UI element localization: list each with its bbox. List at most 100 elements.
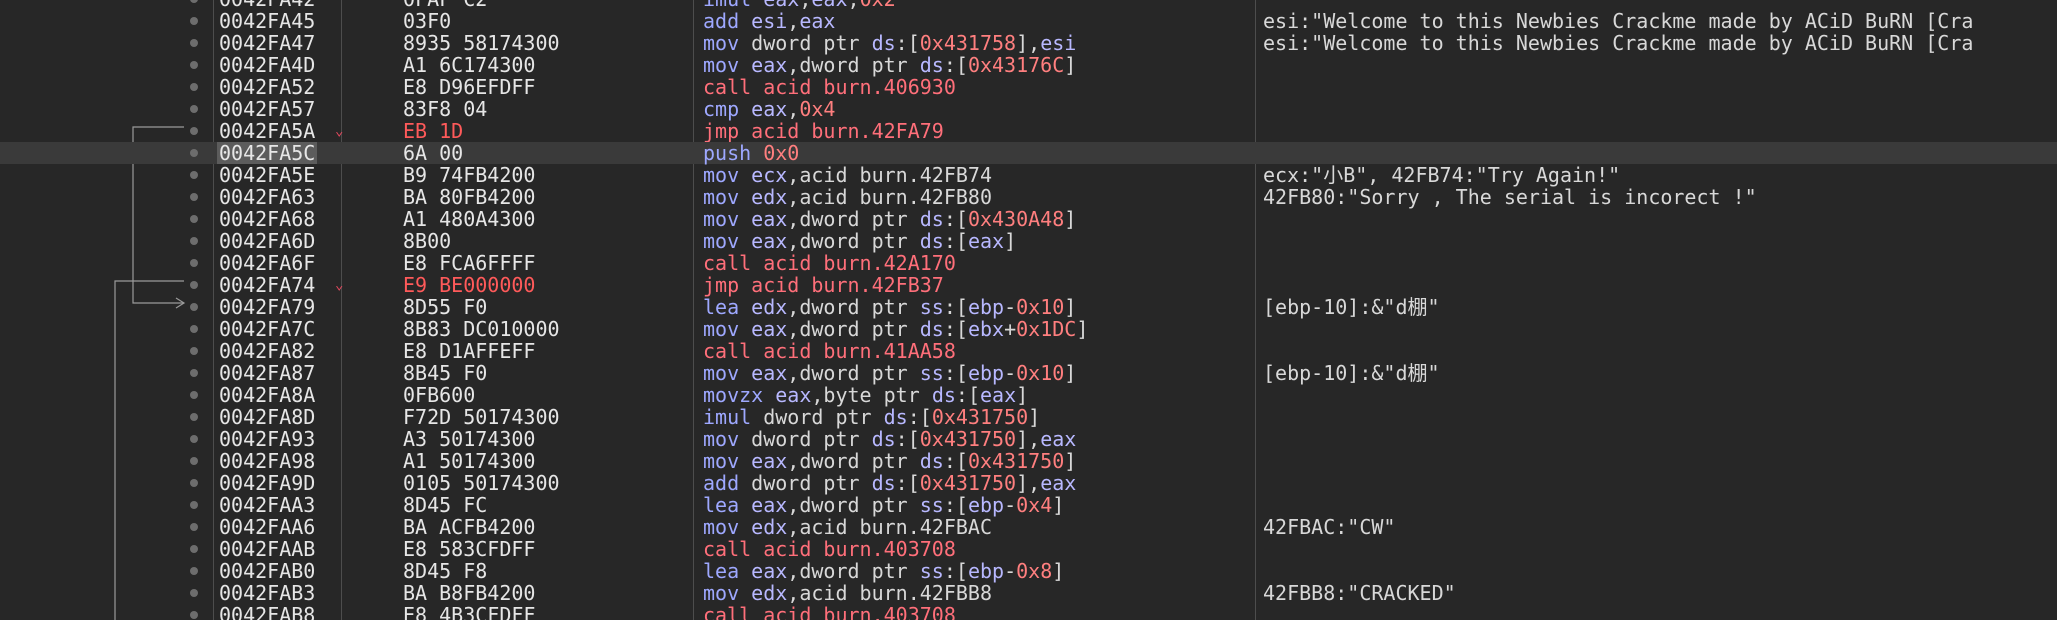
instruction-address[interactable]: 0042FA68: [217, 208, 317, 230]
instruction-row[interactable]: 0042FA5C 6A 00 push 0x0: [0, 142, 2057, 164]
instruction-address[interactable]: 0042FAB0: [217, 560, 317, 582]
instruction-address[interactable]: 0042FAB3: [217, 582, 317, 604]
instruction-address[interactable]: 0042FA6F: [217, 252, 317, 274]
instruction-address[interactable]: 0042FA79: [217, 296, 317, 318]
instruction-address[interactable]: 0042FA74: [217, 274, 317, 296]
breakpoint-dot[interactable]: [190, 369, 198, 377]
breakpoint-dot[interactable]: [190, 193, 198, 201]
breakpoint-dot[interactable]: [190, 567, 198, 575]
instruction-row[interactable]: 0042FA79 8D55 F0 lea edx,dword ptr ss:[ebp…: [0, 296, 2057, 318]
instruction-address[interactable]: 0042FA8A: [217, 384, 317, 406]
breakpoint-dot[interactable]: [190, 347, 198, 355]
instruction-token: ds: [871, 427, 896, 451]
instruction-token: :[: [955, 383, 980, 407]
instruction-row[interactable]: 0042FA98 A1 50174300 mov eax,dword ptr ds:…: [0, 450, 2057, 472]
breakpoint-dot[interactable]: [190, 171, 198, 179]
instruction-token: 0x431750: [967, 449, 1065, 473]
instruction-address[interactable]: 0042FA9D: [217, 472, 317, 494]
instruction-address[interactable]: 0042FAB8: [217, 604, 317, 620]
instruction-address[interactable]: 0042FA7C: [217, 318, 317, 340]
instruction-row[interactable]: 0042FA57 83F8 04 cmp eax,0x4: [0, 98, 2057, 120]
instruction-row[interactable]: 0042FAB0 8D45 F8 lea eax,dword ptr ss:[ebp…: [0, 560, 2057, 582]
disassembly-view[interactable]: 0042FA420FAF C2imul eax,eax,0x20042FA450…: [0, 0, 2057, 620]
breakpoint-dot[interactable]: [190, 281, 198, 289]
instruction-address[interactable]: 0042FAAB: [217, 538, 317, 560]
instruction-address[interactable]: 0042FA93: [217, 428, 317, 450]
instruction-address[interactable]: 0042FA87: [217, 362, 317, 384]
breakpoint-dot[interactable]: [190, 105, 198, 113]
instruction-comment: 42FB80:"Sorry , The serial is incorect !…: [1263, 185, 1757, 209]
instruction-row[interactable]: 0042FA4D A1 6C174300 mov eax,dword ptr ds:…: [0, 54, 2057, 76]
breakpoint-dot[interactable]: [190, 215, 198, 223]
instruction-token: 0x430A48: [967, 207, 1065, 231]
instruction-row[interactable]: 0042FA7C 8B83 DC010000 mov eax,dword ptr d…: [0, 318, 2057, 340]
instruction-bytes: BA B8FB4200: [403, 581, 536, 605]
breakpoint-dot[interactable]: [190, 17, 198, 25]
breakpoint-dot[interactable]: [190, 0, 198, 3]
instruction-address[interactable]: 0042FA5C: [217, 142, 318, 164]
breakpoint-dot[interactable]: [190, 413, 198, 421]
instruction-row[interactable]: 0042FA9D 0105 50174300 add dword ptr ds:[0…: [0, 472, 2057, 494]
instruction-address[interactable]: 0042FAA3: [217, 494, 317, 516]
breakpoint-dot[interactable]: [190, 149, 198, 157]
instruction-token: ,dword ptr: [787, 229, 920, 253]
instruction-row[interactable]: 0042FAB8 E8 4B3CFDFF call acid burn.403708: [0, 604, 2057, 620]
instruction-row[interactable]: 0042FA93 A3 50174300 mov dword ptr ds:[0x4…: [0, 428, 2057, 450]
instruction-row[interactable]: 0042FA5E B9 74FB4200 mov ecx,acid burn.42F…: [0, 164, 2057, 186]
instruction-text: call acid burn.403708: [703, 538, 956, 560]
instruction-address[interactable]: 0042FA52: [217, 76, 317, 98]
instruction-address[interactable]: 0042FA82: [217, 340, 317, 362]
instruction-address[interactable]: 0042FAA6: [217, 516, 317, 538]
instruction-row[interactable]: 0042FAB3 BA B8FB4200 mov edx,acid burn.42F…: [0, 582, 2057, 604]
instruction-row[interactable]: 0042FA6F E8 FCA6FFFF call acid burn.42A170: [0, 252, 2057, 274]
breakpoint-dot[interactable]: [190, 303, 198, 311]
instruction-row[interactable]: 0042FA8D F72D 50174300 imul dword ptr ds:[…: [0, 406, 2057, 428]
instruction-token: ebp: [967, 559, 1005, 583]
instruction-address[interactable]: 0042FA57: [217, 98, 317, 120]
instruction-row[interactable]: 0042FA8A 0FB600 movzx eax,byte ptr ds:[eax…: [0, 384, 2057, 406]
instruction-address[interactable]: 0042FA45: [217, 10, 317, 32]
instruction-address[interactable]: 0042FA8D: [217, 406, 317, 428]
instruction-token: eax: [799, 9, 836, 33]
instruction-address[interactable]: 0042FA4D: [217, 54, 317, 76]
breakpoint-dot[interactable]: [190, 523, 198, 531]
instruction-token: mov: [703, 53, 740, 77]
breakpoint-dot[interactable]: [190, 391, 198, 399]
instruction-row[interactable]: 0042FAAB E8 583CFDFF call acid burn.403708: [0, 538, 2057, 560]
instruction-row[interactable]: 0042FA45 03F0 add esi,eax esi:"Welcome to t…: [0, 10, 2057, 32]
instruction-row[interactable]: 0042FA52 E8 D96EFDFF call acid burn.406930: [0, 76, 2057, 98]
instruction-row[interactable]: ⌄ 0042FA74 E9 BE000000 jmp acid burn.42FB37: [0, 274, 2057, 296]
breakpoint-dot[interactable]: [190, 61, 198, 69]
breakpoint-dot[interactable]: [190, 435, 198, 443]
instruction-row[interactable]: 0042FA82 E8 D1AFFEFF call acid burn.41AA58: [0, 340, 2057, 362]
instruction-address[interactable]: 0042FA6D: [217, 230, 317, 252]
breakpoint-dot[interactable]: [190, 325, 198, 333]
instruction-row[interactable]: 0042FAA3 8D45 FC lea eax,dword ptr ss:[ebp…: [0, 494, 2057, 516]
breakpoint-dot[interactable]: [190, 457, 198, 465]
instruction-token: ],: [1016, 427, 1041, 451]
instruction-address[interactable]: 0042FA63: [217, 186, 317, 208]
instruction-row[interactable]: 0042FA47 8935 58174300 mov dword ptr ds:[0…: [0, 32, 2057, 54]
instruction-address[interactable]: 0042FA5E: [217, 164, 317, 186]
breakpoint-dot[interactable]: [190, 479, 198, 487]
instruction-address[interactable]: 0042FA5A: [217, 120, 317, 142]
breakpoint-dot[interactable]: [190, 501, 198, 509]
instruction-address[interactable]: 0042FA98: [217, 450, 317, 472]
breakpoint-dot[interactable]: [190, 259, 198, 267]
breakpoint-dot[interactable]: [190, 611, 198, 619]
instruction-row[interactable]: 0042FAA6 BA ACFB4200 mov edx,acid burn.42F…: [0, 516, 2057, 538]
breakpoint-dot[interactable]: [190, 127, 198, 135]
breakpoint-dot[interactable]: [190, 83, 198, 91]
breakpoint-dot[interactable]: [190, 545, 198, 553]
instruction-row[interactable]: 0042FA68 A1 480A4300 mov eax,dword ptr ds:…: [0, 208, 2057, 230]
instruction-row[interactable]: 0042FA87 8B45 F0 mov eax,dword ptr ss:[ebp…: [0, 362, 2057, 384]
instruction-row[interactable]: 0042FA63 BA 80FB4200 mov edx,acid burn.42F…: [0, 186, 2057, 208]
breakpoint-dot[interactable]: [190, 589, 198, 597]
breakpoint-dot[interactable]: [190, 39, 198, 47]
instruction-row[interactable]: 0042FA6D 8B00 mov eax,dword ptr ds:[eax]: [0, 230, 2057, 252]
instruction-token: ,byte ptr: [811, 383, 932, 407]
instruction-token: ds: [919, 229, 944, 253]
breakpoint-dot[interactable]: [190, 237, 198, 245]
instruction-address[interactable]: 0042FA47: [217, 32, 317, 54]
instruction-row[interactable]: ⌄ 0042FA5A EB 1D jmp acid burn.42FA79: [0, 120, 2057, 142]
